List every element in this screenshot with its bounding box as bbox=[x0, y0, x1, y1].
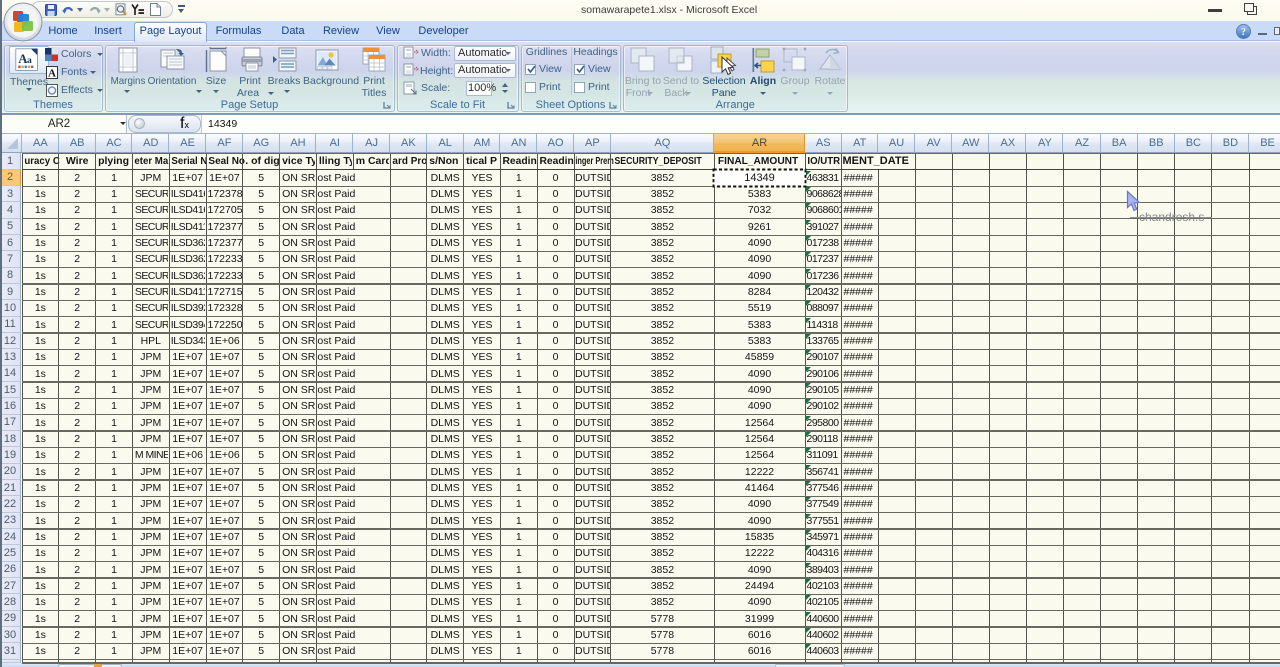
svg-text:a: a bbox=[27, 55, 32, 66]
svg-text:A: A bbox=[48, 68, 56, 80]
svg-text:?: ? bbox=[1241, 27, 1246, 38]
